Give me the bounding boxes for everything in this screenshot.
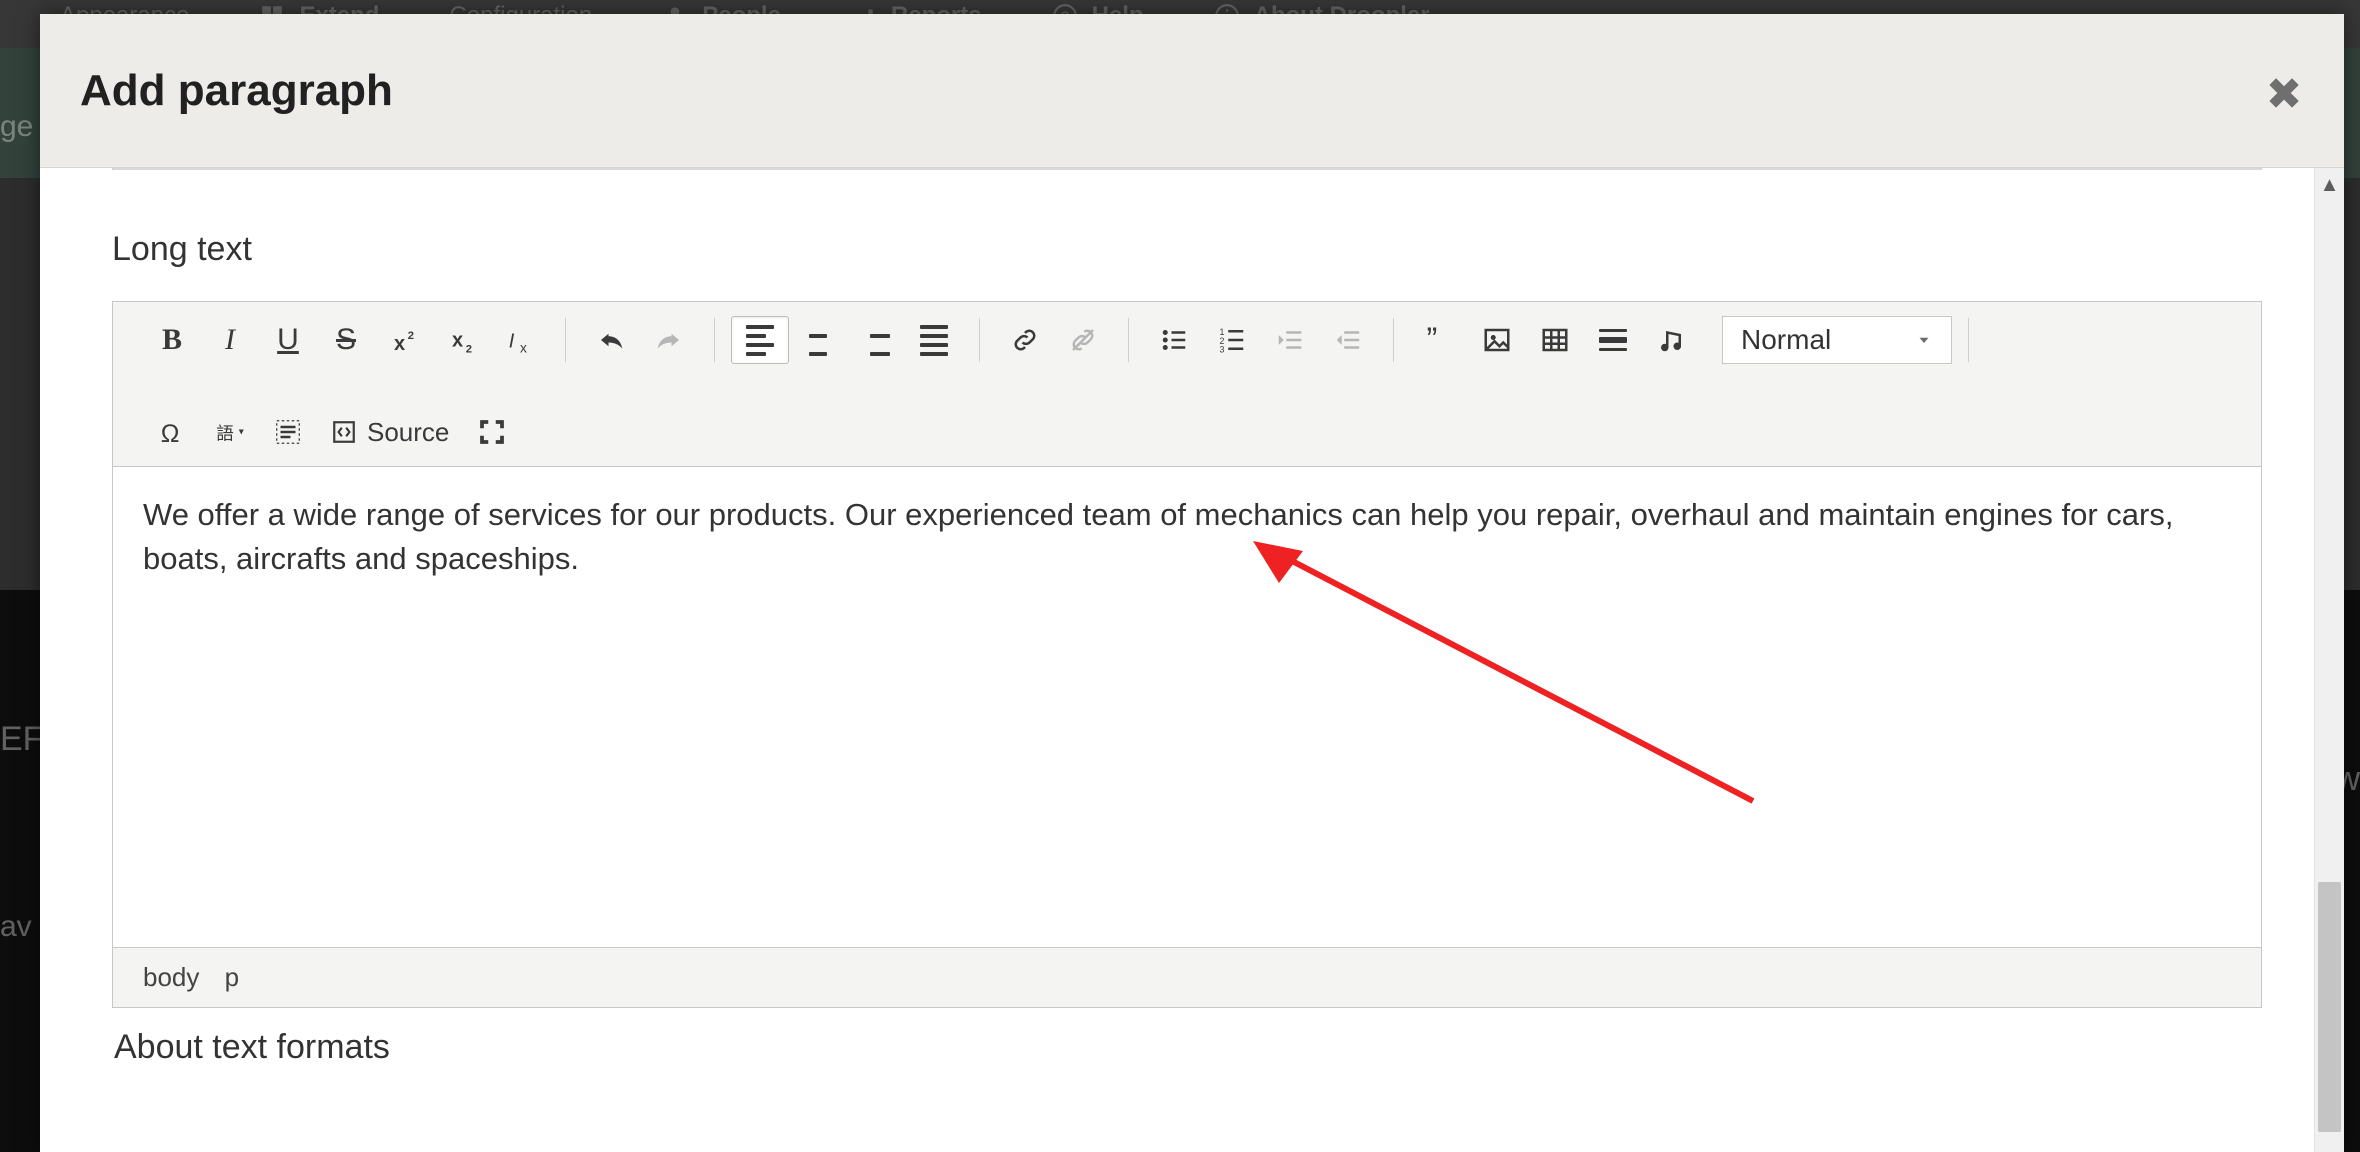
svg-text:x: x: [394, 333, 405, 355]
show-blocks-button[interactable]: [259, 408, 317, 456]
close-icon[interactable]: ✖: [2262, 72, 2306, 116]
redo-button[interactable]: [640, 316, 698, 364]
bg-text-er: EF: [0, 720, 43, 759]
svg-text:語: 語: [216, 424, 234, 444]
align-center-button[interactable]: [789, 316, 847, 364]
underline-button[interactable]: U: [259, 316, 317, 364]
source-label: Source: [367, 417, 449, 448]
italic-button[interactable]: I: [201, 316, 259, 364]
svg-text:x: x: [520, 341, 527, 356]
link-button[interactable]: [996, 316, 1054, 364]
paragraph-format-select[interactable]: Normal: [1722, 316, 1952, 364]
add-paragraph-dialog: Add paragraph ✖ Long text B I U S x2 x2 …: [40, 14, 2344, 1152]
strike-button[interactable]: S: [317, 316, 375, 364]
align-justify-button[interactable]: [905, 316, 963, 364]
source-button[interactable]: Source: [317, 408, 463, 456]
language-button[interactable]: 語: [201, 408, 259, 456]
remove-format-button[interactable]: Ix: [491, 316, 549, 364]
dialog-scrollbar[interactable]: ▲: [2314, 168, 2344, 1152]
prev-field-border: [112, 168, 2262, 170]
maximize-button[interactable]: [463, 408, 521, 456]
annotation-arrow: [1233, 521, 1773, 821]
path-body[interactable]: body: [143, 962, 199, 992]
long-text-label: Long text: [112, 230, 2262, 269]
path-p[interactable]: p: [225, 962, 239, 992]
scroll-thumb[interactable]: [2318, 882, 2341, 1132]
format-value: Normal: [1741, 324, 1831, 356]
scroll-up-icon[interactable]: ▲: [2315, 174, 2344, 197]
editor-content[interactable]: We offer a wide range of services for ou…: [113, 467, 2261, 947]
svg-text:I: I: [509, 331, 515, 353]
bold-button[interactable]: B: [143, 316, 201, 364]
outdent-button[interactable]: [1261, 316, 1319, 364]
about-text-formats-link[interactable]: About text formats: [114, 1028, 2262, 1067]
dialog-body: Long text B I U S x2 x2 Ix: [40, 168, 2314, 1152]
svg-text:x: x: [452, 329, 463, 351]
dialog-title: Add paragraph: [80, 66, 393, 116]
media-button[interactable]: [1642, 316, 1700, 364]
bulleted-list-button[interactable]: [1145, 316, 1203, 364]
undo-button[interactable]: [582, 316, 640, 364]
elements-path: body p: [113, 947, 2261, 1007]
unlink-button[interactable]: [1054, 316, 1112, 364]
svg-text:2: 2: [466, 344, 472, 356]
bg-text-ge: ge: [0, 110, 33, 144]
source-icon: [331, 419, 357, 445]
align-left-button[interactable]: [731, 316, 789, 364]
horizontal-rule-button[interactable]: [1584, 316, 1642, 364]
svg-text:3: 3: [1220, 345, 1225, 355]
chevron-down-icon: [1915, 331, 1933, 349]
special-char-button[interactable]: Ω: [143, 408, 201, 456]
svg-text:”: ”: [1427, 325, 1438, 355]
editor-toolbar: B I U S x2 x2 Ix: [113, 302, 2261, 467]
superscript-button[interactable]: x2: [375, 316, 433, 364]
numbered-list-button[interactable]: 123: [1203, 316, 1261, 364]
indent-button[interactable]: [1319, 316, 1377, 364]
align-right-button[interactable]: [847, 316, 905, 364]
blockquote-button[interactable]: ”: [1410, 316, 1468, 364]
editor-text: We offer a wide range of services for ou…: [143, 497, 2173, 576]
table-button[interactable]: [1526, 316, 1584, 364]
svg-text:2: 2: [408, 330, 414, 342]
image-button[interactable]: [1468, 316, 1526, 364]
bg-text-av: av: [0, 910, 32, 944]
svg-text:Ω: Ω: [161, 420, 180, 447]
wysiwyg-editor: B I U S x2 x2 Ix: [112, 301, 2262, 1008]
subscript-button[interactable]: x2: [433, 316, 491, 364]
dialog-header: Add paragraph ✖: [40, 14, 2344, 168]
